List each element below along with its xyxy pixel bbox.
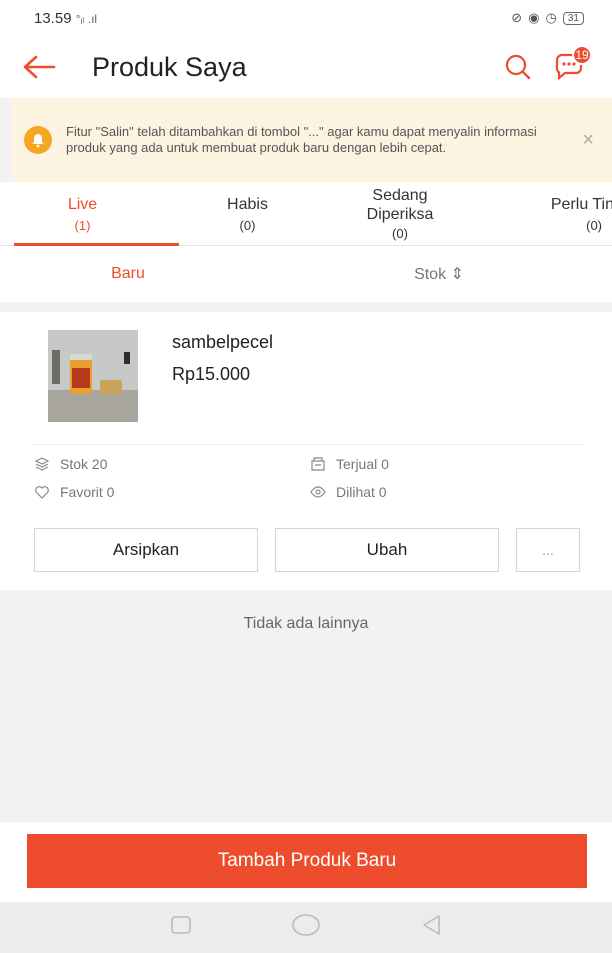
archive-button[interactable]: Arsipkan xyxy=(34,528,258,572)
info-bell-icon xyxy=(24,126,52,154)
page-title: Produk Saya xyxy=(92,51,247,82)
tab-count: (1) xyxy=(74,217,91,233)
status-tabs: Live (1) Habis (0) Sedang Diperiksa (0) … xyxy=(0,182,612,246)
product-image[interactable] xyxy=(48,330,138,422)
copy-feature-notice: Fitur "Salin" telah ditambahkan di tombo… xyxy=(12,98,612,182)
system-icons: ⊘ ◉ ◷ 31 xyxy=(511,10,584,26)
app-header: Produk Saya 19 xyxy=(0,36,612,98)
heart-icon xyxy=(35,486,49,499)
tab-count: (0) xyxy=(586,217,602,233)
product-name: sambelpecel xyxy=(172,332,274,352)
location-icon: ◉ xyxy=(528,10,540,25)
shop-icon xyxy=(311,457,325,471)
sort-stock[interactable]: Stok ⇕ xyxy=(306,264,612,284)
favorite-stat: Favorit 0 xyxy=(34,484,114,500)
back-triangle-icon[interactable] xyxy=(420,913,442,942)
end-of-list-text: Tidak ada lainnya xyxy=(243,615,369,632)
layers-icon xyxy=(34,457,50,471)
chat-badge: 19 xyxy=(572,45,592,65)
more-button[interactable]: ... xyxy=(516,528,580,572)
tab-habis[interactable]: Habis (0) xyxy=(165,182,330,245)
tab-count: (0) xyxy=(239,217,256,233)
back-arrow-icon[interactable] xyxy=(22,47,62,87)
system-nav-bar xyxy=(0,902,612,953)
eye-icon xyxy=(310,486,326,498)
chat-icon[interactable]: 19 xyxy=(550,45,592,87)
product-price: Rp15.000 xyxy=(172,364,251,384)
sort-bar: Baru Stok ⇕ xyxy=(0,246,612,302)
status-bar: 13.59 °ᵢₗ .ıl ⊘ ◉ ◷ 31 xyxy=(0,0,612,36)
product-card: sambelpecel Rp15.000 Stok 20 Terjual 0 F… xyxy=(0,312,612,590)
tab-label: Live xyxy=(67,195,98,213)
recent-apps-icon[interactable] xyxy=(170,915,192,940)
notice-text: Fitur "Salin" telah ditambahkan di tombo… xyxy=(66,124,537,155)
clock: 13.59 °ᵢₗ .ıl xyxy=(34,9,98,27)
tab-count: (0) xyxy=(392,226,408,241)
sold-text: Terjual 0 xyxy=(336,456,389,472)
add-product-button[interactable]: Tambah Produk Baru xyxy=(27,834,587,888)
edit-button[interactable]: Ubah xyxy=(275,528,499,572)
tab-label: Perlu Tin xyxy=(550,195,612,213)
views-text: Dilihat 0 xyxy=(336,484,387,500)
tab-perlu-tindakan[interactable]: Perlu Tin (0) xyxy=(470,182,612,245)
home-icon[interactable] xyxy=(291,913,321,942)
alarm-icon: ◷ xyxy=(545,10,557,25)
stock-text: Stok 20 xyxy=(60,456,108,472)
stock-stat: Stok 20 xyxy=(34,456,107,472)
divider xyxy=(34,444,582,445)
favorite-text: Favorit 0 xyxy=(60,484,115,500)
tab-sedang-diperiksa[interactable]: Sedang Diperiksa (0) xyxy=(330,182,470,245)
sync-icon: ⊘ xyxy=(511,10,523,25)
sold-stat: Terjual 0 xyxy=(310,456,389,472)
close-icon[interactable]: × xyxy=(582,129,594,152)
views-stat: Dilihat 0 xyxy=(310,484,387,500)
tab-label: Sedang Diperiksa xyxy=(366,187,434,223)
tab-label: Habis xyxy=(227,195,268,213)
tab-live[interactable]: Live (1) xyxy=(0,182,179,246)
sort-newest[interactable]: Baru xyxy=(0,265,306,283)
search-icon[interactable] xyxy=(498,47,538,87)
battery-icon: 31 xyxy=(562,11,584,25)
